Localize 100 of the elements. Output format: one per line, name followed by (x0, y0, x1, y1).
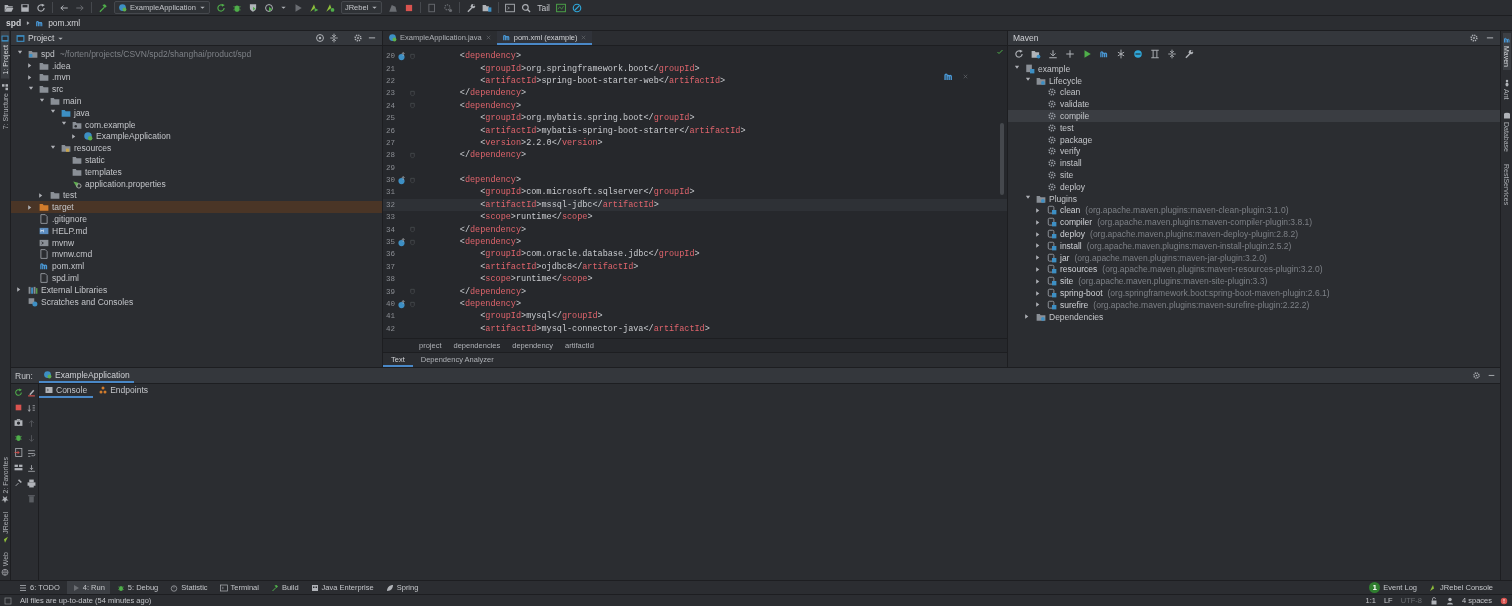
tree-item[interactable]: verify (1060, 146, 1081, 157)
settings-icon[interactable] (353, 33, 363, 43)
expand-arrow-icon[interactable] (1034, 206, 1041, 214)
exit-icon[interactable] (13, 448, 23, 457)
tree-item[interactable]: spring-boot (1060, 288, 1103, 299)
sync-icon[interactable] (36, 2, 46, 13)
collapse-all-icon[interactable] (329, 33, 339, 43)
rerun-icon[interactable] (13, 388, 23, 397)
generate-sources-icon[interactable] (1031, 49, 1041, 59)
console-tab[interactable]: Endpoints (93, 384, 154, 398)
download-icon[interactable] (1048, 49, 1058, 59)
soft-wrap-icon[interactable] (27, 449, 36, 458)
tree-item[interactable]: spd (41, 48, 55, 59)
search-icon[interactable] (521, 2, 532, 13)
expand-arrow-icon[interactable] (1034, 289, 1041, 297)
tree-item[interactable]: target (52, 202, 74, 213)
tree-item[interactable]: Dependencies (1049, 311, 1104, 322)
breadcrumb-item[interactable]: spd (6, 18, 22, 28)
tree-item[interactable]: application.properties (85, 178, 166, 189)
tree-item[interactable]: src (52, 84, 64, 95)
add-icon[interactable] (1065, 49, 1075, 59)
maven-goal-icon[interactable] (1099, 49, 1109, 59)
tree-item[interactable]: Lifecycle (1049, 75, 1083, 86)
stop-icon[interactable] (404, 2, 415, 13)
tree-item[interactable]: test (1060, 122, 1074, 133)
tree-item[interactable]: resources (74, 143, 112, 154)
scrollbar[interactable] (1000, 123, 1004, 195)
locate-icon[interactable] (315, 33, 325, 43)
expand-arrow-icon[interactable] (1034, 277, 1041, 285)
collapse-arrow-icon[interactable] (60, 119, 68, 127)
pin-icon[interactable] (13, 478, 23, 487)
hat-icon[interactable] (388, 2, 399, 13)
fold-marker-icon[interactable] (409, 226, 416, 234)
profile-icon[interactable] (263, 2, 274, 13)
caret-icon[interactable] (279, 4, 287, 11)
tree-item[interactable]: Plugins (1049, 193, 1077, 204)
print-icon[interactable] (27, 479, 36, 488)
tree-item[interactable]: main (63, 96, 82, 107)
fold-marker-icon[interactable] (409, 151, 416, 159)
expand-arrow-icon[interactable] (26, 203, 33, 211)
tree-item[interactable]: site (1060, 276, 1074, 287)
fold-marker-icon[interactable] (409, 89, 416, 97)
person-icon[interactable] (1445, 596, 1454, 605)
tree-item[interactable]: clean (1060, 205, 1081, 216)
fold-marker-icon[interactable] (409, 238, 416, 246)
run-icon[interactable] (1082, 49, 1092, 59)
debug-icon[interactable] (13, 433, 23, 442)
fold-marker-icon[interactable] (409, 300, 416, 308)
clear-icon[interactable] (27, 388, 36, 397)
activity-icon[interactable] (556, 2, 566, 13)
collapse-arrow-icon[interactable] (49, 143, 57, 151)
settings-icon[interactable] (1472, 371, 1481, 380)
expand-arrow-icon[interactable] (70, 132, 77, 140)
tree-item[interactable]: Scratches and Consoles (41, 296, 134, 307)
toggle-icon[interactable] (1116, 49, 1126, 59)
tree-item[interactable]: package (1060, 134, 1093, 145)
dependency-marker-icon[interactable] (397, 299, 406, 309)
tree-item[interactable]: .gitignore (52, 214, 87, 225)
attach-icon[interactable] (443, 2, 454, 13)
lock-icon[interactable] (1429, 596, 1438, 605)
tree-item[interactable]: HELP.md (52, 225, 88, 236)
tree-item[interactable]: clean (1060, 87, 1081, 98)
expand-arrow-icon[interactable] (1034, 242, 1041, 250)
tree-item[interactable]: java (74, 107, 90, 118)
tree-item[interactable]: surefire (1060, 299, 1089, 310)
tree-item[interactable]: com.example (85, 119, 136, 130)
tree-item[interactable]: compiler (1060, 217, 1093, 228)
tail-button[interactable]: Tail (537, 2, 550, 13)
tree-item[interactable]: example (1038, 63, 1071, 74)
expand-arrow-icon[interactable] (1034, 218, 1041, 226)
dependency-marker-icon[interactable] (397, 51, 406, 61)
excluded-row[interactable]: target (11, 201, 382, 214)
tree-item[interactable]: ExampleApplication (96, 131, 171, 142)
skip-tests-icon[interactable] (1150, 49, 1160, 59)
expand-arrow-icon[interactable] (15, 286, 22, 294)
tree-item[interactable]: deploy (1060, 229, 1086, 240)
collapse-arrow-icon[interactable] (38, 96, 46, 104)
dependency-marker-icon[interactable] (397, 237, 406, 247)
collapse-arrow-icon[interactable] (27, 84, 35, 92)
hammer-icon[interactable] (98, 2, 108, 13)
fold-marker-icon[interactable] (409, 176, 416, 184)
tree-item[interactable]: install (1060, 158, 1082, 169)
jrebel-debug-icon[interactable] (324, 2, 335, 13)
scroll-to-end-icon[interactable] (27, 464, 36, 473)
fold-marker-icon[interactable] (409, 52, 416, 60)
tree-item[interactable]: site (1060, 170, 1074, 181)
layout-icon[interactable] (13, 463, 23, 472)
expand-arrow-icon[interactable] (1034, 265, 1041, 273)
back-arrow-icon[interactable] (59, 2, 69, 13)
maven-reload-icon[interactable] (943, 71, 954, 82)
camera-icon[interactable] (13, 418, 23, 427)
settings-icon[interactable] (466, 2, 477, 13)
tree-item[interactable]: compile (1060, 111, 1090, 122)
alert-icon[interactable] (1500, 596, 1508, 605)
collapse-arrow-icon[interactable] (16, 48, 24, 56)
tree-item[interactable]: .mvn (52, 72, 71, 83)
tree-item[interactable]: static (85, 155, 105, 166)
settings-icon[interactable] (1184, 49, 1194, 59)
tree-item[interactable]: External Libraries (41, 284, 108, 295)
jrebel-run-icon[interactable] (308, 2, 319, 13)
